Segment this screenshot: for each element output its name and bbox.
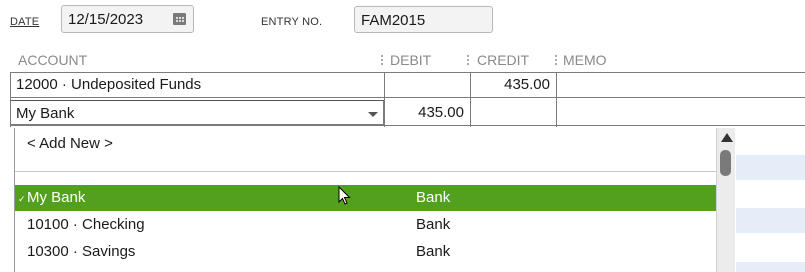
table-row-editing[interactable]: My Bank 435.00 bbox=[10, 100, 805, 126]
account-cell[interactable]: 12000 · Undeposited Funds bbox=[16, 72, 381, 97]
credit-cell[interactable] bbox=[470, 100, 556, 125]
column-header-memo[interactable]: MEMO bbox=[563, 52, 607, 68]
column-header-debit[interactable]: DEBIT bbox=[390, 52, 431, 68]
option-type: Bank bbox=[416, 189, 451, 206]
account-combo[interactable]: My Bank bbox=[10, 100, 384, 125]
add-new-label: < Add New > bbox=[27, 135, 113, 152]
option-name: My Bank bbox=[27, 189, 86, 206]
credit-cell[interactable]: 435.00 bbox=[470, 72, 556, 97]
column-header-credit[interactable]: CREDIT bbox=[477, 52, 529, 68]
entry-no-field[interactable]: FAM2015 bbox=[354, 6, 493, 33]
entry-no-label: ENTRY NO. bbox=[261, 16, 323, 28]
calendar-icon[interactable] bbox=[173, 13, 186, 25]
option-type: Bank bbox=[416, 216, 451, 233]
column-divider bbox=[384, 72, 385, 127]
row-stripe bbox=[736, 208, 805, 233]
debit-cell[interactable]: 435.00 bbox=[384, 100, 470, 125]
option-type: Bank bbox=[416, 243, 451, 260]
option-name: 10300 · Savings bbox=[27, 243, 136, 260]
scroll-up-icon[interactable] bbox=[721, 133, 733, 142]
dropdown-option-checking[interactable]: 10100 · Checking Bank bbox=[15, 212, 716, 238]
scrollbar-thumb[interactable] bbox=[720, 150, 731, 176]
add-new-option[interactable]: < Add New > bbox=[15, 131, 716, 157]
date-field[interactable]: 12/15/2023 bbox=[61, 5, 194, 33]
dropdown-option-savings[interactable]: 10300 · Savings Bank bbox=[15, 239, 716, 265]
column-divider bbox=[470, 72, 471, 127]
account-dropdown-list[interactable]: < Add New > ✓ My Bank Bank 10100 · Check… bbox=[14, 128, 735, 272]
memo-cell[interactable] bbox=[556, 72, 805, 97]
row-stripe bbox=[736, 155, 805, 180]
column-divider bbox=[556, 72, 557, 127]
column-header-account[interactable]: ACCOUNT bbox=[18, 52, 87, 68]
option-name: 10100 · Checking bbox=[27, 216, 145, 233]
dropdown-scrollbar[interactable] bbox=[716, 128, 735, 272]
dropdown-option-my-bank[interactable]: ✓ My Bank Bank bbox=[15, 185, 716, 211]
debit-cell[interactable] bbox=[384, 72, 470, 97]
chevron-down-icon[interactable] bbox=[368, 112, 378, 117]
account-combo-value: My Bank bbox=[16, 105, 75, 122]
column-separator[interactable] bbox=[467, 54, 469, 65]
column-separator[interactable] bbox=[555, 54, 557, 65]
dropdown-divider bbox=[15, 171, 716, 172]
date-label: DATE bbox=[10, 16, 40, 28]
mouse-pointer-icon bbox=[338, 186, 351, 205]
entry-no-value: FAM2015 bbox=[361, 12, 426, 29]
row-stripe bbox=[736, 262, 805, 272]
checkmark-icon: ✓ bbox=[18, 194, 26, 204]
table-row[interactable]: 12000 · Undeposited Funds 435.00 bbox=[10, 72, 805, 98]
column-separator[interactable] bbox=[381, 54, 383, 65]
memo-cell[interactable] bbox=[556, 100, 805, 125]
date-value: 12/15/2023 bbox=[68, 11, 144, 28]
